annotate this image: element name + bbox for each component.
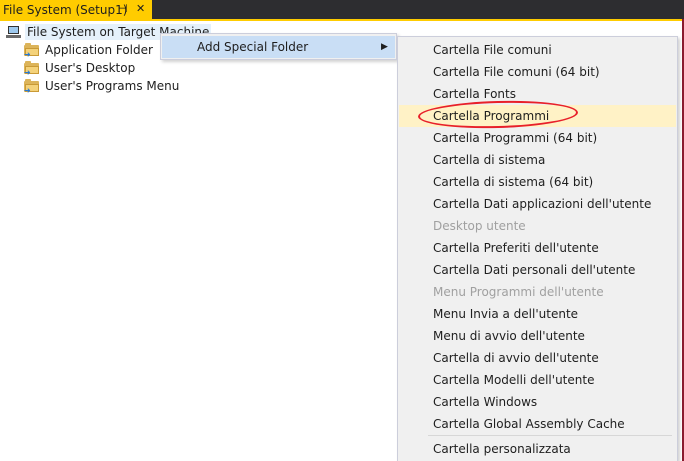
tab-file-system[interactable]: File System (Setup1) ⊣ ✕ [0,0,152,19]
tree-node-label: User's Programs Menu [45,79,180,93]
tree-node-label: Application Folder [45,43,153,57]
menu-item-cartella-programmi[interactable]: Cartella Programmi [399,98,676,131]
menu-item-cartella-windows[interactable]: Cartella Windows [399,391,676,413]
menu-item-label: Menu Invia a dell'utente [433,307,579,321]
menu-item-cartella-modelli[interactable]: Cartella Modelli dell'utente [399,369,676,391]
menu-item-cartella-global-assembly-cache[interactable]: Cartella Global Assembly Cache [399,413,676,435]
tree-node-users-programs-menu[interactable]: ➜ User's Programs Menu [24,77,181,95]
folder-icon: ➜ [24,43,40,59]
pin-icon[interactable]: ⊣ [118,1,128,17]
menu-item-label: Cartella Fonts [433,87,516,101]
menu-item-label: Cartella File comuni [433,43,552,57]
menu-item-label: Cartella di sistema (64 bit) [433,175,594,189]
menu-item-label: Cartella di avvio dell'utente [433,351,599,365]
menu-item-label: Cartella Preferiti dell'utente [433,241,599,255]
menu-separator [428,435,672,436]
menu-item-desktop-utente: Desktop utente [399,215,676,237]
menu-item-label: Cartella di sistema [433,153,546,167]
menu-item-menu-programmi: Menu Programmi dell'utente [399,281,676,303]
context-menu: Add Special Folder ▶ [160,33,397,60]
computer-icon [6,25,22,39]
tree-node-label: User's Desktop [45,61,136,75]
menu-item-add-special-folder[interactable]: Add Special Folder ▶ [162,36,395,58]
menu-item-cartella-di-sistema-64[interactable]: Cartella di sistema (64 bit) [399,171,676,193]
menu-item-label: Cartella personalizzata [433,442,571,456]
folder-icon: ➜ [24,61,40,77]
menu-item-label: Cartella Windows [433,395,538,409]
menu-item-label: Menu di avvio dell'utente [433,329,585,343]
menu-item-cartella-di-sistema[interactable]: Cartella di sistema [399,149,676,171]
submenu-arrow-icon: ▶ [381,42,388,52]
menu-item-label: Cartella Modelli dell'utente [433,373,595,387]
menu-item-cartella-programmi-64[interactable]: Cartella Programmi (64 bit) [399,127,676,149]
tree-node-users-desktop[interactable]: ➜ User's Desktop [24,59,137,77]
menu-item-cartella-di-avvio[interactable]: Cartella di avvio dell'utente [399,347,676,369]
menu-item-cartella-personalizzata[interactable]: Cartella personalizzata [399,438,676,460]
menu-item-cartella-dati-applicazioni[interactable]: Cartella Dati applicazioni dell'utente [399,193,676,215]
menu-item-label: Cartella Programmi (64 bit) [433,131,598,145]
menu-item-label: Cartella Dati applicazioni dell'utente [433,197,652,211]
menu-item-cartella-file-comuni[interactable]: Cartella File comuni [399,39,676,61]
menu-item-cartella-dati-personali[interactable]: Cartella Dati personali dell'utente [399,259,676,281]
menu-item-label: Menu Programmi dell'utente [433,285,604,299]
menu-item-menu-di-avvio[interactable]: Menu di avvio dell'utente [399,325,676,347]
close-icon[interactable]: ✕ [136,1,145,17]
tab-title: File System (Setup1) [3,2,128,17]
document-tab-strip: File System (Setup1) ⊣ ✕ [0,0,684,21]
folder-icon: ➜ [24,79,40,95]
menu-item-label: Add Special Folder [197,40,309,54]
menu-item-cartella-file-comuni-64[interactable]: Cartella File comuni (64 bit) [399,61,676,83]
menu-item-label: Desktop utente [433,219,526,233]
menu-item-menu-invia-a[interactable]: Menu Invia a dell'utente [399,303,676,325]
menu-item-cartella-preferiti[interactable]: Cartella Preferiti dell'utente [399,237,676,259]
menu-item-label: Cartella Global Assembly Cache [433,417,625,431]
menu-item-label: Cartella Dati personali dell'utente [433,263,636,277]
special-folder-submenu: Cartella File comuni Cartella File comun… [397,36,678,461]
menu-item-label: Cartella File comuni (64 bit) [433,65,600,79]
tree-node-application-folder[interactable]: ➜ Application Folder [24,41,155,59]
